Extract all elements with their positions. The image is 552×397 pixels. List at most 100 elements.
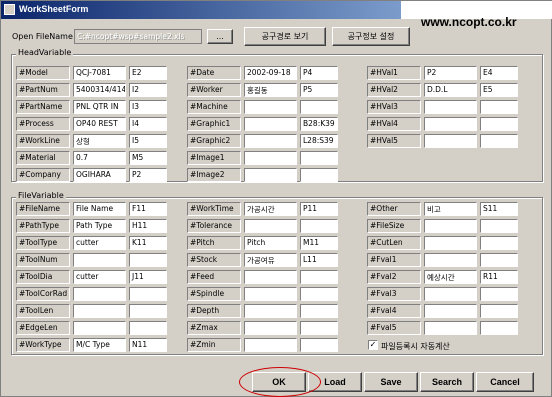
- var-cell-field[interactable]: [129, 321, 167, 335]
- view-tool-path-button[interactable]: 공구경로 보기: [244, 27, 326, 46]
- var-value-field[interactable]: [424, 253, 477, 267]
- var-name-field[interactable]: #Pitch: [187, 236, 241, 250]
- var-cell-field[interactable]: N11: [129, 338, 167, 352]
- var-value-field[interactable]: [73, 287, 126, 301]
- var-name-field[interactable]: #Stock: [187, 253, 241, 267]
- var-value-field[interactable]: P2: [424, 66, 477, 80]
- var-name-field[interactable]: #Process: [16, 117, 70, 131]
- var-value-field[interactable]: 상형: [73, 134, 126, 148]
- var-value-field[interactable]: [244, 270, 297, 284]
- var-cell-field[interactable]: [480, 321, 518, 335]
- var-name-field[interactable]: #Company: [16, 168, 70, 182]
- var-name-field[interactable]: #ToolType: [16, 236, 70, 250]
- var-cell-field[interactable]: [480, 304, 518, 318]
- var-value-field[interactable]: [244, 219, 297, 233]
- var-cell-field[interactable]: [480, 253, 518, 267]
- var-cell-field[interactable]: [300, 338, 338, 352]
- var-value-field[interactable]: cutter: [73, 270, 126, 284]
- var-name-field[interactable]: #ToolNum: [16, 253, 70, 267]
- var-cell-field[interactable]: I4: [129, 117, 167, 131]
- var-cell-field[interactable]: [480, 287, 518, 301]
- var-name-field[interactable]: #Worker: [187, 83, 241, 97]
- var-value-field[interactable]: [244, 321, 297, 335]
- save-button[interactable]: Save: [364, 372, 418, 392]
- var-value-field[interactable]: 2002-09-18: [244, 66, 297, 80]
- var-name-field[interactable]: #Zmin: [187, 338, 241, 352]
- var-name-field[interactable]: #HVal4: [367, 117, 421, 131]
- load-button[interactable]: Load: [308, 372, 362, 392]
- var-name-field[interactable]: #Image1: [187, 151, 241, 165]
- var-value-field[interactable]: [424, 236, 477, 250]
- var-cell-field[interactable]: B28:K39: [300, 117, 338, 131]
- var-name-field[interactable]: #ToolLen: [16, 304, 70, 318]
- var-name-field[interactable]: #Spindle: [187, 287, 241, 301]
- var-name-field[interactable]: #PathType: [16, 219, 70, 233]
- var-name-field[interactable]: #WorkTime: [187, 202, 241, 216]
- var-value-field[interactable]: 5400314/414: [73, 83, 126, 97]
- var-value-field[interactable]: File Name: [73, 202, 126, 216]
- var-name-field[interactable]: #Fval3: [367, 287, 421, 301]
- var-value-field[interactable]: cutter: [73, 236, 126, 250]
- var-cell-field[interactable]: E5: [480, 83, 518, 97]
- var-value-field[interactable]: 가공시간: [244, 202, 297, 216]
- var-value-field[interactable]: [244, 151, 297, 165]
- var-name-field[interactable]: #Model: [16, 66, 70, 80]
- var-cell-field[interactable]: S11: [480, 202, 518, 216]
- var-cell-field[interactable]: [300, 168, 338, 182]
- var-name-field[interactable]: #Depth: [187, 304, 241, 318]
- var-value-field[interactable]: OGIHARA: [73, 168, 126, 182]
- var-value-field[interactable]: [424, 219, 477, 233]
- var-cell-field[interactable]: [129, 304, 167, 318]
- var-name-field[interactable]: #PartName: [16, 100, 70, 114]
- var-value-field[interactable]: Pitch: [244, 236, 297, 250]
- var-name-field[interactable]: #Other: [367, 202, 421, 216]
- var-cell-field[interactable]: [480, 117, 518, 131]
- var-name-field[interactable]: #Tolerance: [187, 219, 241, 233]
- var-name-field[interactable]: #ToolCorRad: [16, 287, 70, 301]
- var-cell-field[interactable]: J11: [129, 270, 167, 284]
- var-name-field[interactable]: #Image2: [187, 168, 241, 182]
- var-value-field[interactable]: PNL QTR IN: [73, 100, 126, 114]
- var-name-field[interactable]: #PartNum: [16, 83, 70, 97]
- var-cell-field[interactable]: E2: [129, 66, 167, 80]
- var-value-field[interactable]: 홍길동: [244, 83, 297, 97]
- var-cell-field[interactable]: P5: [300, 83, 338, 97]
- var-cell-field[interactable]: [480, 236, 518, 250]
- var-cell-field[interactable]: [480, 219, 518, 233]
- var-cell-field[interactable]: [300, 219, 338, 233]
- var-value-field[interactable]: [424, 100, 477, 114]
- search-button[interactable]: Search: [420, 372, 474, 392]
- browse-button[interactable]: ...: [207, 29, 233, 44]
- var-value-field[interactable]: [424, 287, 477, 301]
- var-value-field[interactable]: [424, 304, 477, 318]
- var-value-field[interactable]: 0.7: [73, 151, 126, 165]
- var-name-field[interactable]: #CutLen: [367, 236, 421, 250]
- var-cell-field[interactable]: [300, 287, 338, 301]
- var-name-field[interactable]: #FileName: [16, 202, 70, 216]
- var-cell-field[interactable]: L28:S39: [300, 134, 338, 148]
- var-name-field[interactable]: #FileSize: [367, 219, 421, 233]
- var-value-field[interactable]: 가공여유: [244, 253, 297, 267]
- var-cell-field[interactable]: I5: [129, 134, 167, 148]
- var-value-field[interactable]: [424, 321, 477, 335]
- var-value-field[interactable]: D.D.L: [424, 83, 477, 97]
- var-name-field[interactable]: #WorkLine: [16, 134, 70, 148]
- var-cell-field[interactable]: K11: [129, 236, 167, 250]
- var-cell-field[interactable]: [129, 253, 167, 267]
- var-name-field[interactable]: #Graphic2: [187, 134, 241, 148]
- var-cell-field[interactable]: [300, 321, 338, 335]
- var-name-field[interactable]: #Machine: [187, 100, 241, 114]
- var-cell-field[interactable]: H11: [129, 219, 167, 233]
- var-name-field[interactable]: #Zmax: [187, 321, 241, 335]
- ok-button[interactable]: OK: [252, 372, 306, 392]
- var-name-field[interactable]: #Fval4: [367, 304, 421, 318]
- var-cell-field[interactable]: [300, 151, 338, 165]
- var-value-field[interactable]: [244, 287, 297, 301]
- var-name-field[interactable]: #Material: [16, 151, 70, 165]
- var-value-field[interactable]: Path Type: [73, 219, 126, 233]
- var-cell-field[interactable]: F11: [129, 202, 167, 216]
- var-name-field[interactable]: #HVal1: [367, 66, 421, 80]
- var-name-field[interactable]: #ToolDia: [16, 270, 70, 284]
- var-value-field[interactable]: 예상시간: [424, 270, 477, 284]
- var-cell-field[interactable]: [480, 134, 518, 148]
